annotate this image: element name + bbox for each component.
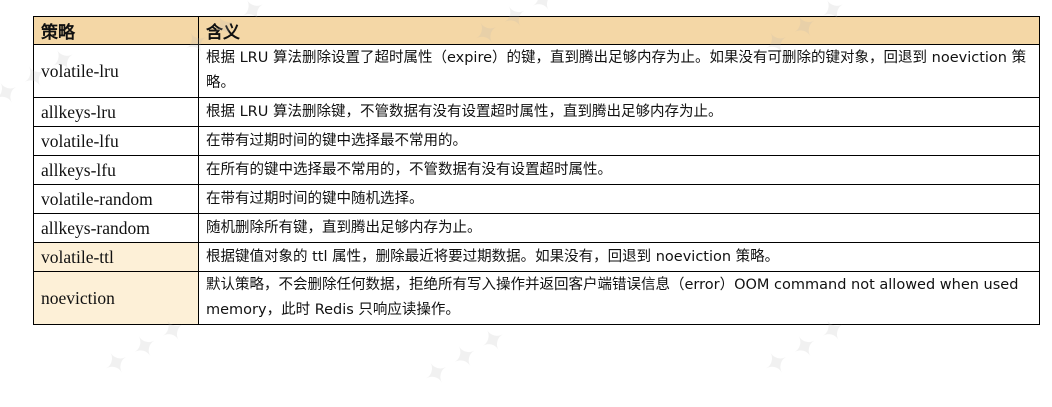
policy-desc-volatile-lfu: 在带有过期时间的键中选择最不常用的。 [198, 126, 1040, 156]
policy-desc-allkeys-lru: 根据 LRU 算法删除键，不管数据有没有设置超时属性，直到腾出足够内存为止。 [198, 97, 1040, 127]
table-header-row: 策略 含义 [33, 16, 1040, 45]
eviction-policy-table: 策略 含义 volatile-lru 根据 LRU 算法删除设置了超时属性（ex… [33, 16, 1040, 325]
policy-name-noeviction: noeviction [33, 271, 199, 325]
policy-name-volatile-random: volatile-random [33, 184, 199, 214]
policy-desc-allkeys-random: 随机删除所有键，直到腾出足够内存为止。 [198, 213, 1040, 243]
policy-name-allkeys-random: allkeys-random [33, 213, 199, 243]
header-policy: 策略 [33, 16, 199, 45]
policy-desc-volatile-lru: 根据 LRU 算法删除设置了超时属性（expire）的键，直到腾出足够内存为止。… [198, 44, 1040, 98]
table-row: allkeys-lfu 在所有的键中选择最不常用的，不管数据有没有设置超时属性。 [33, 155, 1040, 185]
policy-name-allkeys-lfu: allkeys-lfu [33, 155, 199, 185]
policy-desc-volatile-ttl: 根据键值对象的 ttl 属性，删除最近将要过期数据。如果没有，回退到 noevi… [198, 242, 1040, 272]
policy-name-volatile-ttl: volatile-ttl [33, 242, 199, 272]
policy-name-volatile-lru: volatile-lru [33, 44, 199, 98]
table-row: volatile-random 在带有过期时间的键中随机选择。 [33, 184, 1040, 214]
header-meaning: 含义 [198, 16, 1040, 45]
watermark-mark: ✦ ✦ ✦ [417, 320, 513, 395]
table-row: noeviction 默认策略，不会删除任何数据，拒绝所有写入操作并返回客户端错… [33, 271, 1040, 325]
table-row: allkeys-random 随机删除所有键，直到腾出足够内存为止。 [33, 213, 1040, 243]
table-row: volatile-lru 根据 LRU 算法删除设置了超时属性（expire）的… [33, 44, 1040, 98]
table-row: volatile-ttl 根据键值对象的 ttl 属性，删除最近将要过期数据。如… [33, 242, 1040, 272]
policy-desc-noeviction: 默认策略，不会删除任何数据，拒绝所有写入操作并返回客户端错误信息（error）O… [198, 271, 1040, 325]
policy-desc-allkeys-lfu: 在所有的键中选择最不常用的，不管数据有没有设置超时属性。 [198, 155, 1040, 185]
policy-name-volatile-lfu: volatile-lfu [33, 126, 199, 156]
table-row: volatile-lfu 在带有过期时间的键中选择最不常用的。 [33, 126, 1040, 156]
table-row: allkeys-lru 根据 LRU 算法删除键，不管数据有没有设置超时属性，直… [33, 97, 1040, 127]
policy-desc-volatile-random: 在带有过期时间的键中随机选择。 [198, 184, 1040, 214]
policy-name-allkeys-lru: allkeys-lru [33, 97, 199, 127]
